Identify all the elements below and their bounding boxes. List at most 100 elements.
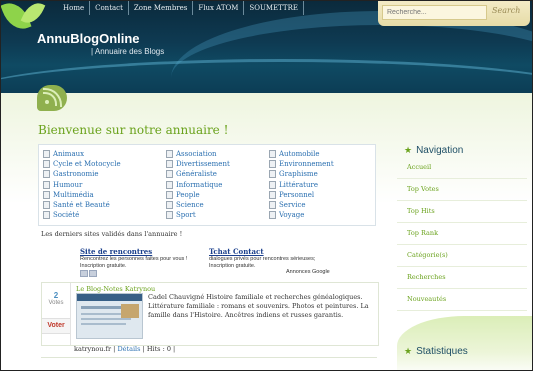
site-meta: katrynou.fr | Détails | Hits : 0 |	[74, 345, 175, 353]
document-icon	[269, 150, 276, 159]
nav-soumettre[interactable]: SOUMETTRE	[244, 1, 304, 15]
document-icon	[269, 170, 276, 179]
header: Home Contact Zone Membres Flux ATOM SOUM…	[1, 1, 532, 93]
header-swoosh-line	[1, 59, 532, 93]
star-icon: ★	[404, 345, 413, 356]
details-link[interactable]: Détails	[117, 345, 140, 353]
listing-title-link[interactable]: Le Blog-Notes Katrynou	[76, 285, 155, 293]
ad-nav-arrows	[80, 270, 97, 277]
ad-title-link[interactable]: Tchat Contact	[209, 247, 339, 256]
rss-icon	[37, 85, 67, 111]
category-label: Divertissement	[176, 160, 230, 169]
nav-home[interactable]: Home	[51, 1, 91, 15]
document-icon	[43, 180, 50, 189]
category-label: Généraliste	[176, 170, 217, 179]
category-link[interactable]: Science	[166, 200, 230, 210]
category-label: Sport	[176, 211, 196, 220]
category-label: Littérature	[279, 180, 318, 189]
nav-flux-atom[interactable]: Flux ATOM	[193, 1, 245, 15]
site-title[interactable]: AnnuBlogOnline	[37, 31, 140, 46]
search-button[interactable]: Search	[492, 6, 520, 15]
category-link[interactable]: Sport	[166, 210, 230, 220]
nav-contact[interactable]: Contact	[90, 1, 129, 15]
category-column-2: Association Divertissement Généraliste I…	[166, 149, 230, 220]
next-listing-top	[41, 357, 377, 370]
category-label: Société	[53, 211, 80, 220]
google-ads: Site de rencontres Rencontrez les person…	[80, 247, 337, 279]
document-icon	[269, 180, 276, 189]
category-link[interactable]: Généraliste	[166, 169, 230, 179]
category-link[interactable]: Automobile	[269, 149, 334, 159]
document-icon	[43, 150, 50, 159]
category-label: Gastronomie	[53, 170, 99, 179]
nav-zone-membres[interactable]: Zone Membres	[129, 1, 194, 15]
sidebar: ★ Navigation Accueil Top Votes Top Hits …	[397, 143, 527, 311]
sidebar-item-top-rank[interactable]: Top Rank	[397, 223, 527, 245]
category-link[interactable]: Association	[166, 149, 230, 159]
star-icon: ★	[404, 144, 413, 155]
vote-button[interactable]: Voter	[42, 318, 70, 334]
category-link[interactable]: Santé et Beauté	[43, 200, 121, 210]
site-subtitle: | Annuaire des Blogs	[91, 47, 165, 56]
category-label: Voyage	[279, 211, 305, 220]
listing-description: Cadel Chauvigné Histoire familiale et re…	[148, 293, 369, 319]
document-icon	[43, 170, 50, 179]
search-input[interactable]	[382, 5, 487, 20]
category-link[interactable]: Personnel	[269, 190, 334, 200]
category-link[interactable]: Graphisme	[269, 169, 334, 179]
document-icon	[43, 201, 50, 210]
google-ads-label[interactable]: Annonces Google	[286, 269, 330, 275]
sidebar-item-categories[interactable]: Catégorie(s)	[397, 245, 527, 267]
last-sites-heading: Les derniers sites validés dans l'annuai…	[41, 230, 183, 238]
document-icon	[269, 211, 276, 220]
document-icon	[166, 160, 173, 169]
categories-box: Animaux Cycle et Motocycle Gastronomie H…	[38, 144, 376, 226]
category-column-3: Automobile Environnement Graphisme Litté…	[269, 149, 334, 220]
vote-column: 2 Votes Voter	[42, 283, 71, 345]
thumbnail-header	[77, 294, 142, 301]
category-link[interactable]: Voyage	[269, 210, 334, 220]
sidebar-nav-title: Navigation	[416, 144, 464, 156]
document-icon	[166, 180, 173, 189]
category-label: Graphisme	[279, 170, 318, 179]
document-icon	[269, 160, 276, 169]
sidebar-item-nouveautes[interactable]: Nouveautés	[397, 289, 527, 311]
ad-text: dialogues privés pour rencontres sérieus…	[209, 256, 316, 269]
category-link[interactable]: Gastronomie	[43, 169, 121, 179]
site-thumbnail[interactable]	[76, 293, 143, 339]
google-ads-text: Annonces Google	[286, 269, 330, 275]
category-link[interactable]: Informatique	[166, 180, 230, 190]
category-link[interactable]: Multimédia	[43, 190, 121, 200]
category-link[interactable]: People	[166, 190, 230, 200]
category-label: Animaux	[53, 150, 85, 159]
vote-label: Votes	[48, 300, 64, 306]
sidebar-item-top-votes[interactable]: Top Votes	[397, 179, 527, 201]
arrow-left-icon[interactable]	[80, 270, 88, 277]
sidebar-item-accueil[interactable]: Accueil	[397, 157, 527, 179]
ad-block-1: Site de rencontres Rencontrez les person…	[80, 247, 198, 270]
ad-title-link[interactable]: Site de rencontres	[80, 247, 198, 256]
sidebar-item-top-hits[interactable]: Top Hits	[397, 201, 527, 223]
arrow-right-icon[interactable]	[89, 270, 97, 277]
sidebar-nav-heading: ★ Navigation	[397, 143, 527, 157]
category-label: Santé et Beauté	[53, 201, 110, 210]
category-link[interactable]: Littérature	[269, 180, 334, 190]
document-icon	[43, 190, 50, 199]
category-link[interactable]: Humour	[43, 180, 121, 190]
document-icon	[166, 190, 173, 199]
category-label: Informatique	[176, 180, 223, 189]
category-label: Service	[279, 201, 306, 210]
thumbnail-line	[81, 323, 126, 325]
category-link[interactable]: Société	[43, 210, 121, 220]
vote-count: 2	[53, 291, 59, 300]
category-link[interactable]: Service	[269, 200, 334, 210]
document-icon	[166, 150, 173, 159]
category-link[interactable]: Cycle et Motocycle	[43, 159, 121, 169]
category-link[interactable]: Divertissement	[166, 159, 230, 169]
document-icon	[166, 170, 173, 179]
sidebar-item-recherches[interactable]: Recherches	[397, 267, 527, 289]
category-label: Environnement	[279, 160, 334, 169]
thumbnail-line	[81, 318, 131, 320]
category-link[interactable]: Animaux	[43, 149, 121, 159]
category-link[interactable]: Environnement	[269, 159, 334, 169]
